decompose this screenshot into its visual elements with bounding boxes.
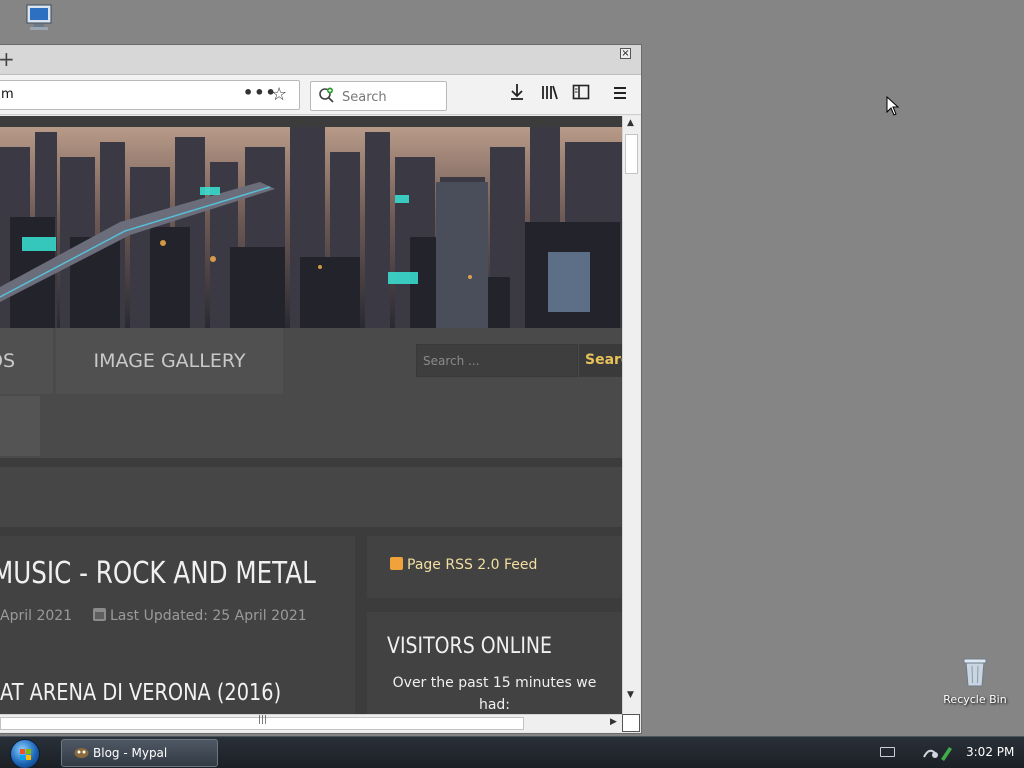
vertical-scrollbar[interactable]: ▲ ▼ [622,116,640,716]
scroll-right-arrow-icon[interactable]: ▶ [610,717,617,727]
new-tab-button[interactable]: + [0,47,15,71]
mypal-browser-icon [74,748,89,758]
tab-strip: + × [0,45,641,75]
search-engine-icon [319,87,334,103]
scroll-corner [622,714,640,732]
search-placeholder: Search [342,90,387,105]
header-city-image [0,127,622,328]
window-close-button[interactable]: × [620,48,631,59]
recycle-bin-desktop-icon[interactable]: Recycle Bin [940,656,1010,706]
library-icon[interactable] [538,83,562,107]
scroll-grip-icon: ||| [258,715,268,725]
rss-icon [390,557,403,570]
nav-item-image-gallery[interactable]: IMAGE GALLERY [56,328,283,394]
taskbar-window-button[interactable]: Blog - Mypal [61,739,218,767]
nav-item-gallery-label: IMAGE GALLERY [93,350,246,372]
url-text[interactable]: m [1,87,14,102]
recycle-bin-label: Recycle Bin [943,693,1007,706]
bookmark-star-icon[interactable]: ☆ [271,84,287,105]
content-band [0,467,622,527]
windows-logo-icon [20,749,31,760]
hamburger-menu-icon[interactable] [608,83,632,107]
start-button[interactable] [10,739,40,768]
rss-feed-label: Page RSS 2.0 Feed [407,557,538,573]
article-created-date: April 2021 [0,608,73,624]
nav-item-partial-label: OS [0,350,16,372]
browser-window: + × m ••• ☆ Search S IMAGE GALLERY Searc… [0,44,642,734]
recycle-bin-icon [963,658,987,687]
page-search-button[interactable]: Search [579,344,622,377]
computer-desktop-icon[interactable] [4,2,74,46]
nav-item-row2[interactable] [0,396,40,456]
visitors-card: VISITORS ONLINE Over the past 15 minutes… [367,612,622,714]
navigation-toolbar: m ••• ☆ Search [0,75,641,115]
page-viewport: OS IMAGE GALLERY Search ... Search MUSIC… [0,116,622,714]
rss-card: Page RSS 2.0 Feed [367,536,622,598]
computer-icon [26,4,52,30]
vertical-scroll-thumb[interactable] [625,134,638,174]
taskbar: Blog - Mypal 3:02 PM [0,736,1024,768]
article-card: MUSIC - ROCK AND METAL April 2021 Last U… [0,536,355,714]
calendar-icon [93,608,106,621]
article-updated: Last Updated: 25 April 2021 [93,608,307,624]
article-updated-text: Last Updated: 25 April 2021 [110,608,307,624]
article-subtitle: AT ARENA DI VERONA (2016) [0,680,282,706]
article-title: MUSIC - ROCK AND METAL [0,556,316,591]
keyboard-icon[interactable] [880,747,895,757]
download-icon[interactable] [505,83,529,107]
network-icon[interactable] [921,743,955,763]
visitors-text: Over the past 15 minutes we had: [392,675,597,713]
url-bar[interactable]: m ••• ☆ [0,80,300,110]
browser-search-box[interactable]: Search [310,81,447,111]
horizontal-scrollbar[interactable]: ||| ▶ [0,714,622,732]
main-navigation: OS IMAGE GALLERY Search ... Search [0,328,622,458]
taskbar-window-label: Blog - Mypal [93,746,168,760]
nav-item-partial[interactable]: OS [0,328,53,394]
rss-feed-link[interactable]: Page RSS 2.0 Feed [390,557,537,573]
mouse-cursor-icon [886,96,900,116]
scroll-down-arrow-icon[interactable]: ▼ [627,690,634,700]
visitors-title: VISITORS ONLINE [387,634,553,659]
sidebar-icon[interactable] [569,83,593,107]
scroll-up-arrow-icon[interactable]: ▲ [627,118,634,128]
taskbar-clock[interactable]: 3:02 PM [966,745,1014,759]
page-search-input[interactable]: Search ... [416,344,578,377]
